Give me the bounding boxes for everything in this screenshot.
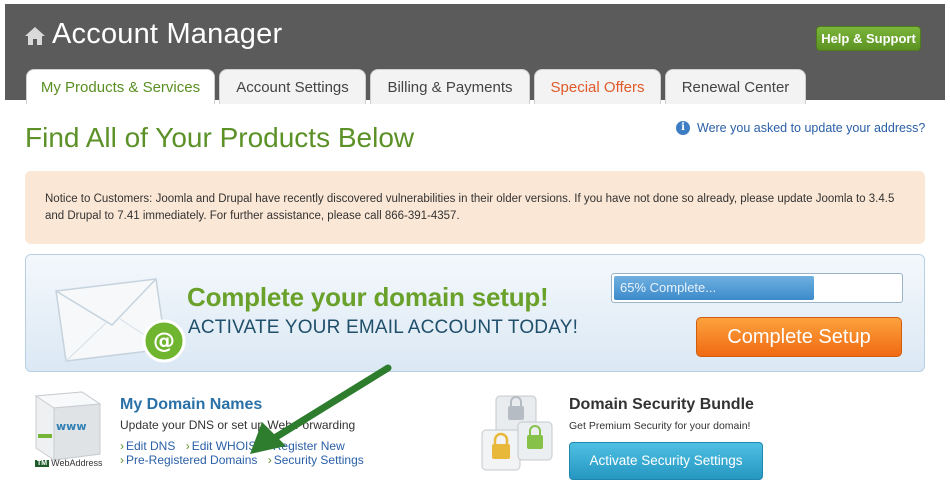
webaddress-text: WebAddress (51, 458, 103, 468)
security-bundle-subtitle: Get Premium Security for your domain! (569, 420, 751, 432)
edit-dns-link[interactable]: Edit DNS (120, 439, 175, 453)
tab-billing-payments[interactable]: Billing & Payments (370, 69, 530, 104)
help-support-button[interactable]: Help & Support (816, 26, 921, 51)
address-update-label[interactable]: Were you asked to update your address? (697, 121, 925, 135)
domain-setup-banner: @ Complete your domain setup! ACTIVATE Y… (25, 254, 925, 372)
setup-progress-bar: 65% Complete... (611, 273, 903, 303)
security-bundle-title: Domain Security Bundle (569, 396, 754, 413)
header-bar: Account Manager Help & Support My Produc… (5, 4, 945, 104)
app-title: Account Manager (52, 18, 283, 50)
tab-special-offers[interactable]: Special Offers (534, 69, 661, 104)
complete-setup-button[interactable]: Complete Setup (696, 317, 902, 357)
www-text: www (56, 420, 87, 433)
pre-registered-domains-link[interactable]: Pre-Registered Domains (120, 453, 257, 467)
green-arrow-icon (250, 364, 392, 454)
banner-headline: Complete your domain setup! (187, 282, 549, 312)
info-icon: i (676, 121, 690, 135)
webaddress-mark: TM (35, 459, 50, 467)
email-envelope-icon: @ (55, 278, 186, 363)
page-title: Find All of Your Products Below (25, 122, 415, 153)
padlocks-icon (481, 395, 553, 471)
webaddress-logo: TM WebAddress (35, 458, 102, 468)
home-icon[interactable] (24, 26, 46, 46)
tab-renewal-center[interactable]: Renewal Center (665, 69, 806, 104)
progress-fill: 65% Complete... (614, 276, 815, 300)
svg-text:@: @ (153, 329, 175, 354)
tab-my-products[interactable]: My Products & Services (26, 69, 215, 104)
notice-box: Notice to Customers: Joomla and Drupal h… (25, 171, 925, 244)
address-update-link[interactable]: i Were you asked to update your address? (676, 121, 925, 135)
tab-account-settings[interactable]: Account Settings (219, 69, 366, 104)
activate-security-button[interactable]: Activate Security Settings (569, 442, 763, 480)
banner-subheadline: ACTIVATE YOUR EMAIL ACCOUNT TODAY! (188, 317, 579, 338)
